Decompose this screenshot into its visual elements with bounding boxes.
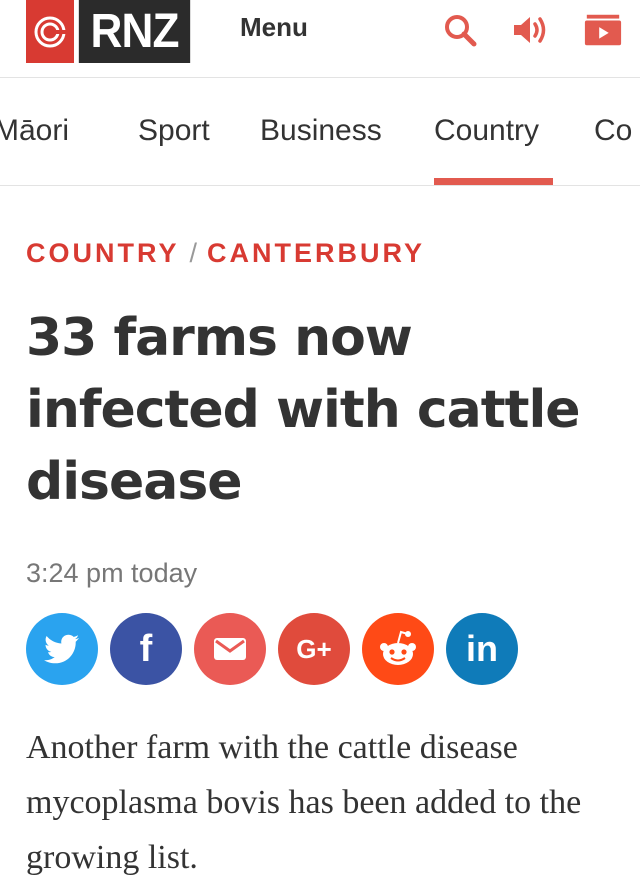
facebook-share-button[interactable]: f <box>110 613 182 685</box>
email-share-button[interactable] <box>194 613 266 685</box>
breadcrumb-separator: / <box>189 238 198 268</box>
breadcrumb-country[interactable]: COUNTRY <box>26 238 180 268</box>
nav-item-country[interactable]: Country <box>434 114 539 148</box>
nav-item-business[interactable]: Business <box>260 114 382 148</box>
search-icon[interactable] <box>440 10 480 50</box>
google-plus-share-button[interactable]: G+ <box>278 613 350 685</box>
article-headline: 33 farms now infected with cattle diseas… <box>26 308 581 512</box>
reddit-share-button[interactable] <box>362 613 434 685</box>
active-tab-indicator <box>434 178 553 185</box>
nav-item-sport[interactable]: Sport <box>138 114 210 148</box>
linkedin-share-button[interactable]: in <box>446 613 518 685</box>
article-intro: Another farm with the cattle disease myc… <box>26 729 582 876</box>
rnz-logo-text: RNZ <box>78 0 191 63</box>
google-plus-icon: G+ <box>296 633 332 664</box>
facebook-icon: f <box>139 627 153 670</box>
twitter-icon <box>44 634 79 664</box>
rnz-logo[interactable]: RNZ <box>26 0 195 63</box>
site-header: RNZ Menu <box>0 0 640 78</box>
nav-item-maori[interactable]: Māori <box>0 114 69 148</box>
menu-button[interactable]: Menu <box>240 12 308 43</box>
breadcrumb-canterbury[interactable]: CANTERBURY <box>207 238 425 268</box>
linkedin-icon: in <box>466 628 498 669</box>
twitter-share-button[interactable] <box>26 613 98 685</box>
email-icon <box>214 638 246 660</box>
breadcrumb: COUNTRY / CANTERBURY <box>26 238 425 269</box>
reddit-icon <box>380 630 416 665</box>
nav-item-co[interactable]: Co <box>594 114 632 148</box>
rnz-logo-mark-icon <box>26 0 74 63</box>
audio-icon[interactable] <box>510 10 550 50</box>
article-timestamp: 3:24 pm today <box>26 558 198 588</box>
video-icon[interactable] <box>583 10 623 50</box>
share-bar: f G+ in <box>26 613 530 685</box>
section-nav: Māori Sport Business Country Co <box>0 78 640 186</box>
